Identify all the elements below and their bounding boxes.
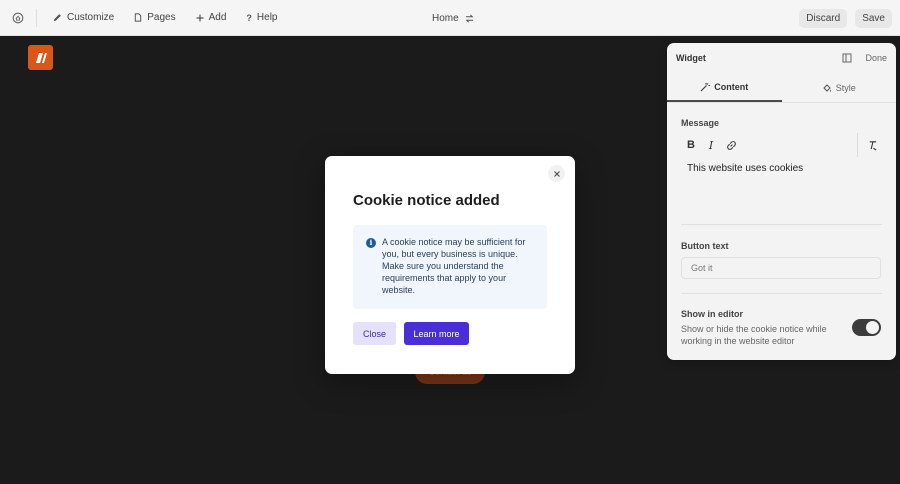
page-selector-label: Home bbox=[432, 12, 459, 24]
button-text-label: Button text bbox=[681, 241, 729, 251]
learn-more-button[interactable]: Learn more bbox=[404, 322, 469, 345]
tab-style-label: Style bbox=[835, 82, 856, 93]
panel-title: Widget bbox=[676, 53, 706, 63]
widget-panel: Widget Done Content Style Message B I Th… bbox=[667, 43, 896, 360]
done-button[interactable]: Done bbox=[865, 53, 887, 63]
text-format-toolbar: B I bbox=[681, 133, 882, 157]
switch-arrows-icon bbox=[465, 14, 474, 22]
pages-label: Pages bbox=[147, 12, 176, 23]
modal-title: Cookie notice added bbox=[353, 192, 500, 209]
toolbar-divider bbox=[857, 133, 858, 157]
toggle-knob bbox=[866, 321, 879, 334]
close-button[interactable]: Close bbox=[353, 322, 396, 345]
italic-button[interactable]: I bbox=[701, 139, 721, 152]
add-button[interactable]: Add bbox=[186, 0, 237, 36]
message-text: This website uses cookies bbox=[687, 163, 804, 174]
add-label: Add bbox=[208, 12, 227, 23]
panel-header: Widget Done bbox=[667, 43, 896, 73]
cookie-notice-modal: Cookie notice added i A cookie notice ma… bbox=[325, 156, 575, 374]
page-selector[interactable]: Home bbox=[432, 0, 474, 36]
clear-format-icon bbox=[869, 140, 876, 151]
help-button[interactable]: ? Help bbox=[236, 0, 287, 36]
show-in-editor-toggle[interactable] bbox=[852, 319, 881, 336]
panel-divider bbox=[681, 293, 882, 294]
notice-text: A cookie notice may be sufficient for yo… bbox=[382, 237, 526, 295]
message-label: Message bbox=[681, 118, 720, 128]
editor-topbar: Customize Pages Add ? Help Home Discard … bbox=[0, 0, 900, 36]
page-icon bbox=[135, 13, 142, 22]
tab-content-label: Content bbox=[714, 81, 749, 92]
link-button[interactable] bbox=[721, 140, 741, 151]
discard-button[interactable]: Discard bbox=[799, 8, 848, 28]
panel-tabs: Content Style bbox=[667, 73, 896, 103]
message-editor[interactable]: This website uses cookies bbox=[681, 159, 882, 225]
tab-style[interactable]: Style bbox=[782, 73, 897, 102]
modal-close-button[interactable] bbox=[548, 165, 565, 182]
save-button[interactable]: Save bbox=[855, 8, 892, 28]
show-in-editor-label: Show in editor bbox=[681, 309, 743, 319]
pencil-icon bbox=[53, 14, 61, 22]
tab-content[interactable]: Content bbox=[667, 73, 782, 102]
bold-button[interactable]: B bbox=[681, 139, 701, 151]
clear-format-button[interactable] bbox=[862, 140, 882, 151]
plus-icon bbox=[196, 14, 204, 21]
pages-button[interactable]: Pages bbox=[124, 0, 185, 36]
customize-button[interactable]: Customize bbox=[43, 0, 124, 36]
wand-icon bbox=[700, 82, 711, 91]
close-icon bbox=[553, 170, 560, 177]
show-in-editor-description: Show or hide the cookie notice while wor… bbox=[681, 324, 827, 346]
link-icon bbox=[726, 140, 736, 150]
question-icon: ? bbox=[246, 12, 252, 23]
paint-bucket-icon bbox=[823, 83, 831, 92]
topbar-divider bbox=[36, 8, 37, 27]
sidebar-toggle-icon[interactable] bbox=[837, 53, 857, 63]
help-label: Help bbox=[256, 12, 278, 23]
button-text-input[interactable] bbox=[681, 257, 881, 279]
topbar-actions: Discard Save bbox=[799, 0, 892, 36]
site-logo bbox=[28, 45, 53, 70]
info-icon: i bbox=[366, 238, 376, 248]
customize-label: Customize bbox=[67, 12, 115, 23]
info-notice: i A cookie notice may be sufficient for … bbox=[353, 225, 547, 309]
home-icon[interactable] bbox=[0, 0, 36, 36]
